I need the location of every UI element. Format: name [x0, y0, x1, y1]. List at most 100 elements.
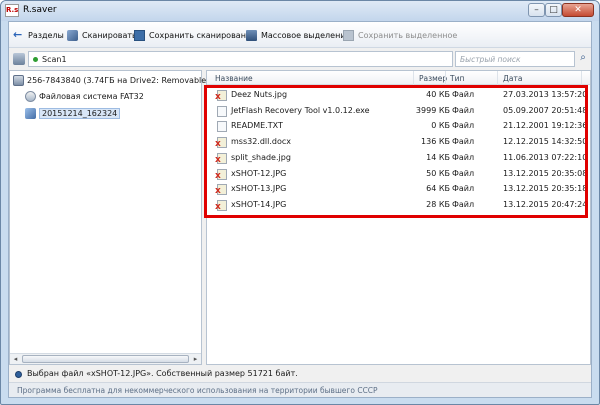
save-selected-button[interactable]: Сохранить выделенное: [343, 28, 457, 42]
file-type: Файл: [452, 121, 475, 131]
file-row[interactable]: xSHOT-14.JPG 28 КБФайл 13.12.2015 20:47:24: [207, 198, 590, 213]
save-scan-label: Сохранить сканирование: [149, 30, 257, 40]
app-window: R.s R.saver – □ ✕ ← Разделы Сканировать …: [0, 0, 600, 405]
app-logo-icon: R.s: [5, 4, 19, 17]
scroll-left-icon[interactable]: ◂: [10, 354, 21, 364]
drive-icon: [13, 74, 24, 86]
deleted-file-icon: [215, 199, 227, 211]
window-title: R.saver: [23, 5, 57, 15]
file-size: 28 КБ: [426, 199, 450, 209]
partitions-button[interactable]: ← Разделы: [13, 28, 64, 42]
status-text: Выбран файл «xSHOT-12.JPG». Собственный …: [27, 369, 298, 378]
file-date: 21.12.2001 19:12:36: [503, 121, 588, 131]
file-size: 136 КБ: [421, 137, 450, 147]
client-area: ← Разделы Сканировать Сохранить сканиров…: [8, 21, 592, 398]
deleted-file-icon: [215, 184, 227, 196]
file-type: Файл: [452, 199, 475, 209]
file-type: Файл: [452, 184, 475, 194]
toolbar: ← Разделы Сканировать Сохранить сканиров…: [9, 22, 591, 48]
file-icon: [217, 121, 227, 133]
save-scan-button[interactable]: Сохранить сканирование: [134, 28, 256, 42]
search-icon[interactable]: ⌕: [576, 51, 590, 67]
column-date[interactable]: Дата: [503, 74, 522, 83]
file-name: xSHOT-14.JPG: [231, 199, 287, 209]
status-dot-icon: [33, 57, 38, 62]
file-size: 0 КБ: [431, 121, 450, 131]
file-type: Файл: [452, 152, 475, 162]
save-selected-icon: [343, 29, 354, 41]
horizontal-scrollbar[interactable]: ◂ ▸: [10, 353, 201, 364]
mass-select-label: Массовое выделение: [261, 30, 351, 40]
file-size: 3999 КБ: [415, 105, 450, 115]
tree-pane: 256-7843840 (3.74ГБ на Drive2: Removable…: [9, 70, 240, 365]
status-bar: Выбран файл «xSHOT-12.JPG». Собственный …: [9, 367, 591, 381]
file-row[interactable]: Deez Nuts.jpg 40 КБФайл 27.03.2013 13:57:2…: [207, 88, 590, 103]
file-row[interactable]: xSHOT-13.JPG 64 КБФайл 13.12.2015 20:35:18: [207, 182, 590, 197]
address-field[interactable]: Scan1: [28, 51, 453, 67]
file-date: 11.06.2013 07:22:10: [503, 152, 588, 162]
deleted-file-icon: [215, 90, 227, 101]
deleted-file-icon: [215, 152, 227, 164]
file-type: Файл: [452, 90, 475, 99]
footer: Программа бесплатна для некоммерческого …: [9, 382, 591, 397]
file-type: Файл: [452, 105, 475, 115]
file-date: 13.12.2015 20:47:24: [503, 199, 588, 209]
scrollbar-thumb[interactable]: [22, 355, 189, 363]
info-icon: [15, 371, 22, 378]
footer-text: Программа бесплатна для некоммерческого …: [17, 386, 378, 395]
file-size: 14 КБ: [426, 152, 450, 162]
file-name: README.TXT: [231, 121, 283, 131]
partitions-label: Разделы: [28, 30, 64, 40]
file-list-pane: Название Размер Тип Дата Deez Nuts.jpg 40…: [206, 70, 591, 365]
file-name: Deez Nuts.jpg: [231, 90, 288, 99]
file-type: Файл: [452, 137, 475, 147]
file-size: 64 КБ: [426, 184, 450, 194]
file-date: 12.12.2015 14:32:50: [503, 137, 588, 147]
column-size[interactable]: Размер: [419, 74, 447, 83]
file-date: 13.12.2015 20:35:18: [503, 184, 588, 194]
file-row[interactable]: README.TXT 0 КБ Файл 21.12.2001 19:12:36: [207, 119, 590, 134]
file-date: 27.03.2013 13:57:20: [503, 90, 588, 99]
mass-select-icon: [246, 29, 257, 41]
close-button[interactable]: ✕: [562, 3, 594, 17]
filesystem-icon: [25, 90, 36, 102]
file-date: 05.09.2007 20:51:48: [503, 105, 588, 115]
file-name: xSHOT-13.JPG: [231, 184, 287, 194]
file-name: JetFlash Recovery Tool v1.0.12.exe: [231, 105, 370, 115]
address-value: Scan1: [42, 55, 67, 64]
save-selected-label: Сохранить выделенное: [358, 30, 458, 40]
column-type[interactable]: Тип: [450, 74, 464, 83]
scan-button[interactable]: Сканировать: [67, 28, 137, 42]
column-divider[interactable]: [497, 71, 498, 85]
tree-item-scan[interactable]: 20151214_162324: [25, 106, 121, 120]
file-row[interactable]: JetFlash Recovery Tool v1.0.12.exe 3999 К…: [207, 104, 590, 119]
deleted-file-icon: [215, 168, 227, 180]
search-input[interactable]: Быстрый поиск: [455, 51, 575, 67]
file-row[interactable]: xSHOT-12.JPG 50 КБФайл 13.12.2015 20:35:08: [207, 167, 590, 182]
column-name[interactable]: Название: [215, 74, 253, 83]
column-divider[interactable]: [445, 71, 446, 85]
scroll-right-icon[interactable]: ▸: [190, 354, 201, 364]
file-type: Файл: [452, 168, 475, 178]
deleted-file-icon: [215, 137, 227, 149]
tree-item-label: 20151214_162324: [39, 107, 121, 119]
mass-select-button[interactable]: Массовое выделение: [246, 28, 350, 42]
file-name: mss32.dll.docx: [231, 137, 292, 147]
file-date: 13.12.2015 20:35:08: [503, 168, 588, 178]
tree-item-label: Файловая система FAT32: [39, 91, 144, 101]
maximize-button[interactable]: □: [545, 3, 562, 17]
scan-icon: [67, 29, 78, 41]
address-bar: Scan1 Быстрый поиск ⌕: [9, 49, 591, 69]
title-bar[interactable]: R.s R.saver – □ ✕: [1, 1, 599, 21]
column-divider[interactable]: [413, 71, 414, 85]
minimize-button[interactable]: –: [528, 3, 545, 17]
tree-item-filesystem[interactable]: Файловая система FAT32: [25, 89, 144, 103]
back-arrow-icon: ←: [13, 27, 23, 41]
column-divider[interactable]: [581, 71, 582, 85]
file-row[interactable]: split_shade.jpg 14 КБФайл 11.06.2013 07:22…: [207, 151, 590, 166]
save-icon: [134, 29, 145, 41]
file-size: 40 КБ: [426, 90, 450, 99]
file-row[interactable]: mss32.dll.docx 136 КБФайл 12.12.2015 14:32…: [207, 135, 590, 150]
drive-icon[interactable]: [13, 53, 25, 65]
file-name: split_shade.jpg: [231, 152, 291, 162]
